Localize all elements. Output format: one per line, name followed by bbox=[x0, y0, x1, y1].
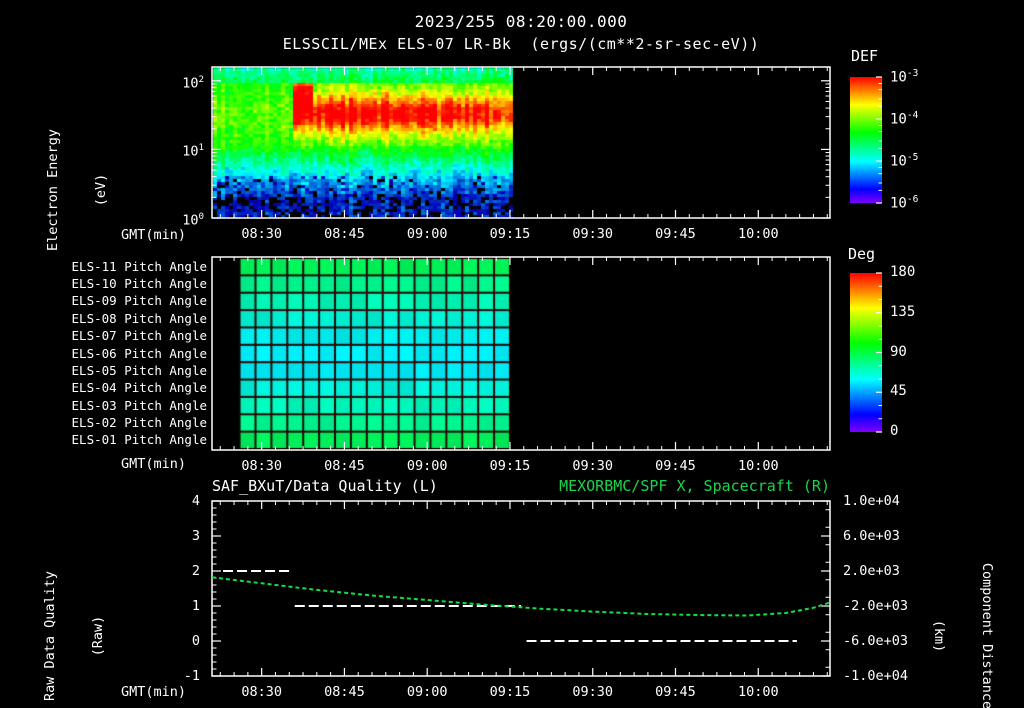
def-colorbar-tick-label: 10-3 bbox=[890, 68, 919, 86]
exponent: -5 bbox=[906, 152, 919, 163]
pitch-row-label: ELS-02 Pitch Angle bbox=[71, 414, 207, 430]
quality-left-tick-label: 0 bbox=[191, 633, 200, 649]
deg-colorbar-tick-label: 0 bbox=[890, 423, 899, 439]
deg-colorbar-tick-label: 90 bbox=[890, 343, 907, 360]
exponent: 0 bbox=[198, 211, 204, 222]
x-tick-label: 08:30 bbox=[241, 684, 282, 700]
spectrogram-y-tick-label: 102 bbox=[182, 73, 204, 92]
spacecraft-x-curve bbox=[211, 576, 831, 617]
pitch-row-label: ELS-10 Pitch Angle bbox=[71, 276, 207, 292]
plot-screen: 2023/255 08:20:00.000 ELSSCIL/MEx ELS-07… bbox=[0, 0, 1024, 708]
pitch-row-label: ELS-01 Pitch Angle bbox=[71, 432, 207, 448]
def-colorbar-tick-label: 10-6 bbox=[890, 194, 919, 212]
x-tick-label: 08:30 bbox=[241, 458, 282, 474]
x-tick-label: 10:00 bbox=[737, 684, 779, 700]
x-tick-label: 08:45 bbox=[324, 226, 365, 242]
quality-left-tick-label: 2 bbox=[191, 563, 200, 579]
quality-right-tick-label: 6.0e+03 bbox=[843, 528, 900, 544]
x-tick-label: 10:00 bbox=[737, 226, 779, 242]
quality-right-tick-label: -2.0e+03 bbox=[843, 598, 909, 614]
def-colorbar-tick-label: 10-4 bbox=[890, 110, 919, 128]
quality-right-tick-label: 2.0e+03 bbox=[843, 563, 900, 579]
x-tick-label: 09:00 bbox=[406, 684, 448, 700]
exponent: 2 bbox=[198, 73, 204, 85]
quality-right-tick-label: -6.0e+03 bbox=[843, 633, 909, 649]
x-tick-label: 08:45 bbox=[324, 684, 365, 700]
pitch-row-label: ELS-04 Pitch Angle bbox=[71, 380, 207, 396]
quality-left-tick-label: 1 bbox=[191, 598, 200, 614]
pitch-row-label: ELS-11 Pitch Angle bbox=[71, 258, 207, 274]
pitch-row-label: ELS-05 Pitch Angle bbox=[71, 362, 207, 378]
x-tick-label: 09:15 bbox=[489, 684, 531, 700]
x-tick-label: 09:30 bbox=[572, 684, 614, 700]
x-tick-label: 09:45 bbox=[655, 458, 696, 474]
x-tick-label: 09:45 bbox=[655, 684, 696, 700]
x-tick-label: 10:00 bbox=[737, 458, 779, 474]
deg-colorbar-tick-label: 45 bbox=[890, 383, 907, 400]
deg-colorbar-tick-label: 180 bbox=[890, 264, 916, 280]
quality-left-tick-label: 3 bbox=[191, 528, 200, 544]
spectrogram-y-tick-label: 100 bbox=[182, 211, 204, 229]
exponent: 1 bbox=[198, 142, 204, 154]
x-tick-label: 09:15 bbox=[489, 458, 531, 474]
x-tick-label: 09:45 bbox=[655, 226, 696, 242]
quality-right-tick-label: 1.0e+04 bbox=[843, 493, 900, 509]
pitch-row-label: ELS-03 Pitch Angle bbox=[71, 397, 207, 413]
quality-right-tick-label: -1.0e+04 bbox=[843, 668, 909, 684]
spectrogram-y-tick-label: 101 bbox=[182, 142, 204, 160]
x-tick-label: 08:30 bbox=[241, 226, 282, 242]
x-tick-label: 09:00 bbox=[406, 458, 448, 474]
exponent: -4 bbox=[906, 110, 919, 121]
pitch-row-label: ELS-06 Pitch Angle bbox=[71, 345, 207, 361]
def-colorbar-tick-label: 10-5 bbox=[890, 152, 919, 170]
panel-border bbox=[211, 66, 831, 219]
x-tick-label: 09:30 bbox=[572, 226, 614, 242]
pitch-row-label: ELS-08 Pitch Angle bbox=[71, 310, 207, 326]
exponent: -6 bbox=[906, 194, 919, 205]
panel-border bbox=[211, 256, 831, 451]
quality-left-tick-label: -1 bbox=[183, 668, 200, 684]
exponent: -3 bbox=[906, 68, 919, 79]
quality-left-tick-label: 4 bbox=[191, 493, 200, 509]
x-tick-label: 09:15 bbox=[489, 226, 531, 242]
x-tick-label: 09:30 bbox=[572, 458, 614, 474]
deg-colorbar-tick-label: 135 bbox=[890, 303, 916, 320]
pitch-row-label: ELS-09 Pitch Angle bbox=[71, 293, 207, 309]
x-tick-label: 08:45 bbox=[324, 458, 365, 474]
pitch-row-label: ELS-07 Pitch Angle bbox=[71, 328, 207, 344]
x-tick-label: 09:00 bbox=[406, 226, 448, 242]
